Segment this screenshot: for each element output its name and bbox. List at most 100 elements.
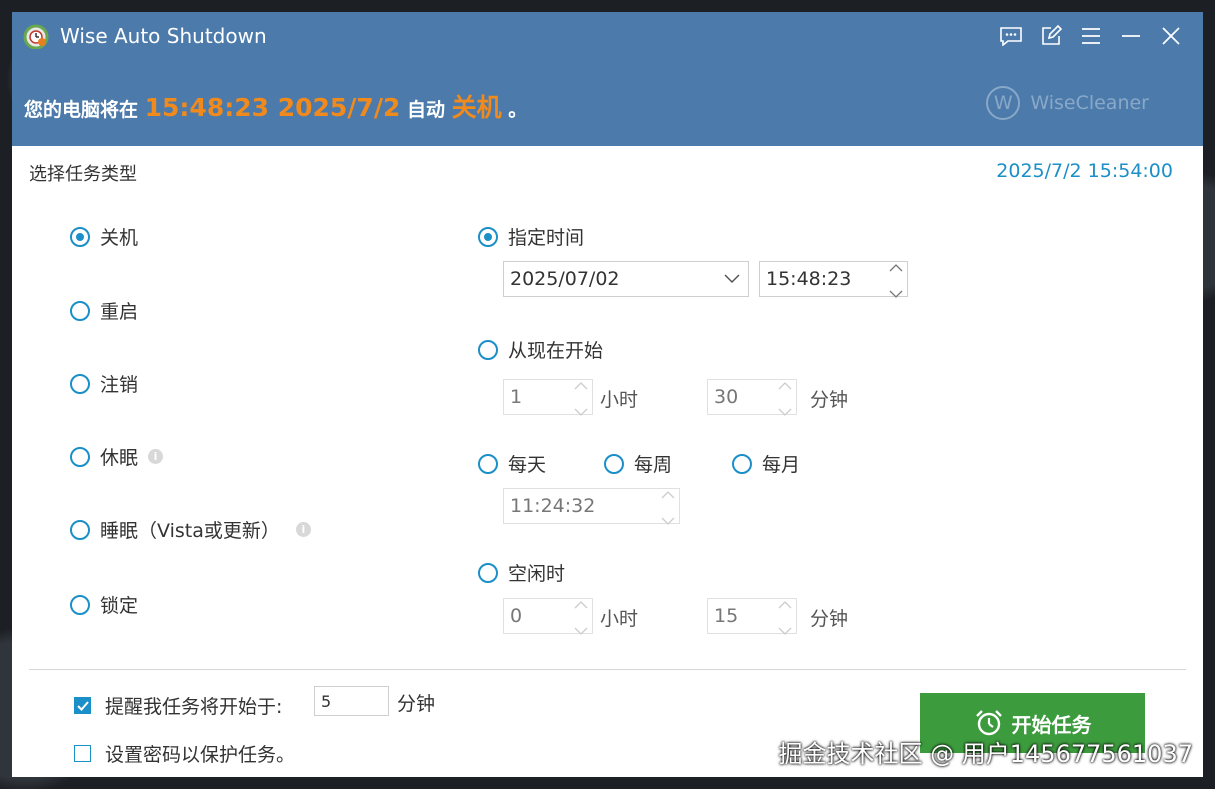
task-type-heading: 选择任务类型 xyxy=(29,164,137,185)
input-value: 5 xyxy=(321,691,332,711)
spinner-value: 11:24:32 xyxy=(510,495,596,517)
checkbox-indicator xyxy=(74,697,91,714)
idle-minutes-spinner[interactable]: 15 xyxy=(707,598,797,635)
task-radio-lock[interactable]: 锁定 xyxy=(70,591,138,618)
spinner-arrows xyxy=(574,599,588,635)
spin-down-icon[interactable] xyxy=(778,399,792,421)
task-radio-restart[interactable]: 重启 xyxy=(70,297,138,324)
window-controls xyxy=(991,22,1191,50)
wisecleaner-brand[interactable]: W WiseCleaner xyxy=(986,86,1149,120)
radio-indicator xyxy=(478,453,498,474)
radio-indicator xyxy=(478,339,498,360)
radio-label: 每天 xyxy=(508,454,547,476)
radio-label: 空闲时 xyxy=(508,563,566,585)
wisecleaner-logo-icon: W xyxy=(986,86,1021,120)
spinner-arrows xyxy=(889,262,903,298)
date-picker[interactable]: 2025/07/02 xyxy=(503,261,749,297)
schedule-radio-specified-time[interactable]: 指定时间 xyxy=(478,223,584,250)
radio-indicator xyxy=(732,453,752,474)
task-radio-hibernate[interactable]: 休眠 i xyxy=(70,443,164,470)
banner-suffix: 。 xyxy=(508,99,528,121)
menu-icon xyxy=(1082,28,1100,44)
edit-button[interactable] xyxy=(1031,22,1071,50)
radio-indicator xyxy=(478,562,498,583)
radio-indicator xyxy=(70,594,90,615)
date-value: 2025/07/02 xyxy=(510,268,620,290)
remind-checkbox[interactable]: 提醒我任务将开始于: xyxy=(74,692,282,719)
spinner-value: 0 xyxy=(510,605,523,627)
app-title: Wise Auto Shutdown xyxy=(60,24,267,48)
minutes-unit-label: 分钟 xyxy=(810,389,849,411)
banner-action: 关机 xyxy=(451,93,502,122)
minimize-button[interactable] xyxy=(1111,22,1151,50)
hours-unit-label: 小时 xyxy=(600,608,639,630)
radio-label: 每周 xyxy=(634,454,673,476)
remind-unit-label: 分钟 xyxy=(397,693,436,715)
spin-up-icon[interactable] xyxy=(574,592,588,614)
current-datetime: 2025/7/2 15:54:00 xyxy=(996,160,1173,182)
schedule-radio-monthly[interactable]: 每月 xyxy=(732,450,800,477)
chevron-down-icon[interactable] xyxy=(724,274,740,284)
feedback-button[interactable] xyxy=(991,22,1031,50)
spin-down-icon[interactable] xyxy=(778,618,792,640)
close-button[interactable] xyxy=(1151,22,1191,50)
spin-up-icon[interactable] xyxy=(661,482,675,504)
time-spinner[interactable]: 15:48:23 xyxy=(759,261,908,298)
spin-up-icon[interactable] xyxy=(889,255,903,277)
task-radio-sleep[interactable]: 睡眠（Vista或更新） i xyxy=(70,516,311,543)
schedule-radio-daily[interactable]: 每天 xyxy=(478,450,546,477)
spinner-value: 1 xyxy=(510,386,523,408)
title-bar: Wise Auto Shutdown 您的电脑将在 15:48:23 2025/… xyxy=(12,12,1203,146)
task-radio-shutdown[interactable]: 关机 xyxy=(70,223,138,250)
spinner-arrows xyxy=(778,380,792,416)
radio-label: 睡眠（Vista或更新） xyxy=(100,520,280,542)
schedule-radio-weekly[interactable]: 每周 xyxy=(604,450,672,477)
radio-indicator xyxy=(604,453,624,474)
recurring-time-spinner[interactable]: 11:24:32 xyxy=(503,488,680,525)
menu-button[interactable] xyxy=(1071,22,1111,50)
info-icon[interactable]: i xyxy=(148,449,164,464)
info-icon[interactable]: i xyxy=(295,522,311,537)
from-now-hours-spinner[interactable]: 1 xyxy=(503,379,593,416)
task-radio-logoff[interactable]: 注销 xyxy=(70,370,138,397)
spin-down-icon[interactable] xyxy=(574,399,588,421)
radio-indicator xyxy=(70,373,90,394)
checkbox-label: 提醒我任务将开始于: xyxy=(105,696,283,718)
remind-minutes-input[interactable]: 5 xyxy=(314,686,389,716)
hours-unit-label: 小时 xyxy=(600,389,639,411)
radio-label: 关机 xyxy=(100,227,139,249)
spinner-arrows xyxy=(661,489,675,525)
app-window: Wise Auto Shutdown 您的电脑将在 15:48:23 2025/… xyxy=(12,12,1203,777)
password-checkbox[interactable]: 设置密码以保护任务。 xyxy=(74,740,295,767)
minimize-icon xyxy=(1122,35,1140,37)
checkbox-indicator xyxy=(74,745,91,762)
radio-label: 休眠 xyxy=(100,447,139,469)
spin-up-icon[interactable] xyxy=(778,373,792,395)
spin-up-icon[interactable] xyxy=(778,592,792,614)
radio-label: 从现在开始 xyxy=(508,340,604,362)
radio-indicator xyxy=(478,226,498,247)
radio-indicator xyxy=(70,446,90,467)
spinner-arrows xyxy=(574,380,588,416)
time-value: 15:48:23 xyxy=(766,268,852,290)
schedule-radio-idle[interactable]: 空闲时 xyxy=(478,559,565,586)
spinner-value: 15 xyxy=(714,605,739,627)
radio-label: 指定时间 xyxy=(508,227,585,249)
idle-hours-spinner[interactable]: 0 xyxy=(503,598,593,635)
checkmark-icon xyxy=(76,700,89,711)
shutdown-status-banner: 您的电脑将在 15:48:23 2025/7/2 自动 关机 。 xyxy=(24,88,527,124)
spin-down-icon[interactable] xyxy=(661,508,675,530)
spin-down-icon[interactable] xyxy=(574,618,588,640)
spinner-arrows xyxy=(778,599,792,635)
close-icon xyxy=(1162,27,1180,45)
checkbox-label: 设置密码以保护任务。 xyxy=(105,744,296,766)
app-logo-icon xyxy=(23,24,49,49)
watermark: 掘金技术社区 @ 用户145677561037 xyxy=(778,740,1194,768)
schedule-radio-from-now[interactable]: 从现在开始 xyxy=(478,336,603,363)
spin-up-icon[interactable] xyxy=(574,373,588,395)
from-now-minutes-spinner[interactable]: 30 xyxy=(707,379,797,416)
radio-label: 每月 xyxy=(762,454,801,476)
radio-indicator xyxy=(70,519,90,540)
spin-down-icon[interactable] xyxy=(889,281,903,303)
banner-prefix: 您的电脑将在 xyxy=(24,99,139,121)
